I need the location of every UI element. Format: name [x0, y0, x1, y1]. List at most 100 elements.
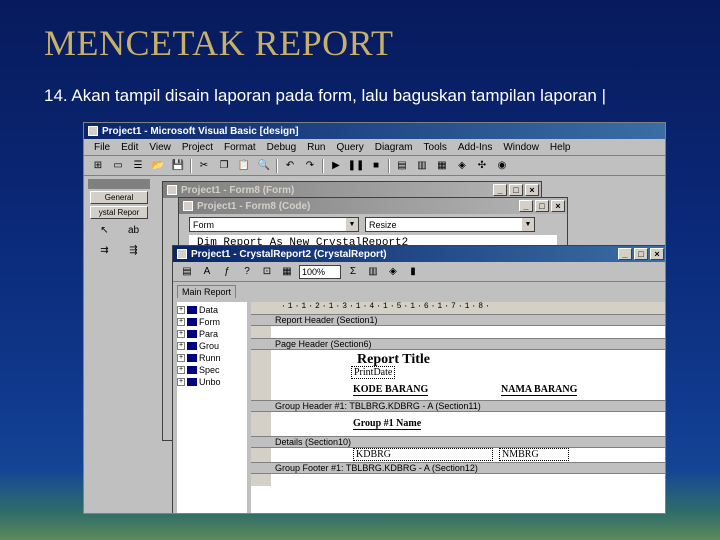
add-project-icon[interactable]: ⊞ [90, 159, 106, 173]
group-name-object[interactable]: Group #1 Name [353, 418, 422, 430]
procedure-combo[interactable]: Resize [365, 217, 535, 232]
section-group-footer-body[interactable] [251, 474, 665, 486]
save-icon[interactable]: 💾 [170, 159, 186, 173]
section-group-header-body[interactable]: Group #1 Name [251, 412, 665, 436]
map-icon[interactable]: ◈ [385, 265, 401, 279]
group-name-fields-icon [187, 342, 197, 350]
menu-query[interactable]: Query [336, 142, 363, 153]
minimize-button[interactable]: _ [519, 200, 533, 212]
section-group-header[interactable]: Group Header #1: TBLBRG.KDBRG - A (Secti… [251, 400, 665, 412]
minimize-button[interactable]: _ [493, 184, 507, 196]
maximize-button[interactable]: □ [535, 200, 549, 212]
label-tool-icon[interactable]: ab [121, 225, 146, 241]
code-window-titlebar: Project1 - Form8 (Code) _ □ × [179, 198, 567, 214]
menu-file[interactable]: File [94, 142, 110, 153]
object-browser-icon[interactable]: ◈ [454, 159, 470, 173]
end-icon[interactable]: ■ [368, 159, 384, 173]
expand-icon[interactable]: + [177, 306, 185, 314]
expand-icon[interactable]: + [177, 378, 185, 386]
menu-format[interactable]: Format [224, 142, 256, 153]
crystal-report-window: Project1 - CrystalReport2 (CrystalReport… [172, 245, 665, 513]
sum-icon[interactable]: Σ [345, 265, 361, 279]
section-details[interactable]: Details (Section10) [251, 436, 665, 448]
object-combo[interactable]: Form [189, 217, 359, 232]
section-page-header-body[interactable]: Report Title PrintDate KODE BARANG NAMA … [251, 350, 665, 400]
menu-view[interactable]: View [149, 142, 171, 153]
menu-debug[interactable]: Debug [267, 142, 296, 153]
close-button[interactable]: × [551, 200, 565, 212]
project-explorer-icon[interactable]: ▤ [394, 159, 410, 173]
column-header-kode-barang[interactable]: KODE BARANG [353, 384, 429, 396]
paste-icon[interactable]: 📋 [236, 159, 252, 173]
cut-icon[interactable]: ✂ [196, 159, 212, 173]
menu-tools[interactable]: Tools [424, 142, 447, 153]
crystal-tool-icon[interactable]: ⇉ [92, 245, 117, 261]
menu-run[interactable]: Run [307, 142, 325, 153]
expand-icon[interactable]: + [177, 318, 185, 326]
menu-edit[interactable]: Edit [121, 142, 138, 153]
menu-editor-icon[interactable]: ☰ [130, 159, 146, 173]
select-expert-icon[interactable]: ⊡ [259, 265, 275, 279]
zoom-select[interactable]: 100% [299, 264, 341, 279]
field-explorer-item[interactable]: + Form [177, 316, 247, 328]
column-header-nama-barang[interactable]: NAMA BARANG [501, 384, 578, 396]
menu-add-ins[interactable]: Add-Ins [458, 142, 492, 153]
toolbox-tab-general[interactable]: General [90, 191, 148, 204]
insert-formula-icon[interactable]: ƒ [219, 265, 235, 279]
pointer-icon[interactable]: ↖ [92, 225, 117, 241]
chart-icon[interactable]: ▥ [365, 265, 381, 279]
copy-icon[interactable]: ❐ [216, 159, 232, 173]
open-project-icon[interactable]: 📂 [150, 159, 166, 173]
close-button[interactable]: × [650, 248, 664, 260]
redo-icon[interactable]: ↷ [302, 159, 318, 173]
menu-window[interactable]: Window [503, 142, 539, 153]
properties-window-icon[interactable]: ▥ [414, 159, 430, 173]
section-page-header[interactable]: Page Header (Section6) [251, 338, 665, 350]
start-icon[interactable]: ▶ [328, 159, 344, 173]
toolbox-tab-crystal-report[interactable]: ystal Repor [90, 206, 148, 219]
menu-project[interactable]: Project [182, 142, 213, 153]
insert-text-icon[interactable]: A [199, 265, 215, 279]
section-report-header[interactable]: Report Header (Section1) [251, 314, 665, 326]
maximize-button[interactable]: □ [509, 184, 523, 196]
field-explorer-item[interactable]: + Runn [177, 352, 247, 364]
add-form-icon[interactable]: ▭ [110, 159, 126, 173]
field-explorer-item[interactable]: + Data [177, 304, 247, 316]
section-report-header-body[interactable] [251, 326, 665, 338]
expand-icon[interactable]: + [177, 330, 185, 338]
field-explorer-item[interactable]: + Para [177, 328, 247, 340]
toolbox-icon[interactable]: ✣ [474, 159, 490, 173]
close-button[interactable]: × [525, 184, 539, 196]
form-layout-icon[interactable]: ▦ [434, 159, 450, 173]
field-kdbrg-object[interactable]: KDBRG [353, 448, 493, 461]
toolbar-separator [388, 158, 390, 173]
section-group-footer[interactable]: Group Footer #1: TBLBRG.KDBRG - A (Secti… [251, 462, 665, 474]
insert-field-icon[interactable]: ▤ [179, 265, 195, 279]
expand-icon[interactable]: + [177, 342, 185, 350]
grid-icon[interactable]: ▦ [279, 265, 295, 279]
field-explorer-item[interactable]: + Grou [177, 340, 247, 352]
help-icon[interactable]: ? [239, 265, 255, 279]
menu-diagram[interactable]: Diagram [375, 142, 413, 153]
undo-icon[interactable]: ↶ [282, 159, 298, 173]
tab-main-report[interactable]: Main Report [177, 285, 237, 298]
print-date-object[interactable]: PrintDate [351, 366, 396, 379]
bar-chart-icon[interactable]: ▮ [405, 265, 421, 279]
field-nmbrg-object[interactable]: NMBRG [499, 448, 569, 461]
section-details-body[interactable]: KDBRG NMBRG [251, 448, 665, 462]
expand-icon[interactable]: + [177, 354, 185, 362]
data-view-icon[interactable]: ◉ [494, 159, 510, 173]
field-explorer-item[interactable]: + Unbo [177, 376, 247, 388]
toolbox-tools-grid: ↖ ab ⇉ ⇶ [88, 219, 150, 267]
field-explorer-item[interactable]: + Spec [177, 364, 247, 376]
chart-tool-icon[interactable]: ⇶ [121, 245, 146, 261]
menu-help[interactable]: Help [550, 142, 571, 153]
break-icon[interactable]: ❚❚ [348, 159, 365, 173]
find-icon[interactable]: 🔍 [256, 159, 272, 173]
report-tabs: Main Report [173, 282, 665, 298]
toolbox-titlebar [88, 179, 150, 189]
vb-ide-window: Project1 - Microsoft Visual Basic [desig… [83, 122, 666, 514]
minimize-button[interactable]: _ [618, 248, 632, 260]
maximize-button[interactable]: □ [634, 248, 648, 260]
expand-icon[interactable]: + [177, 366, 185, 374]
